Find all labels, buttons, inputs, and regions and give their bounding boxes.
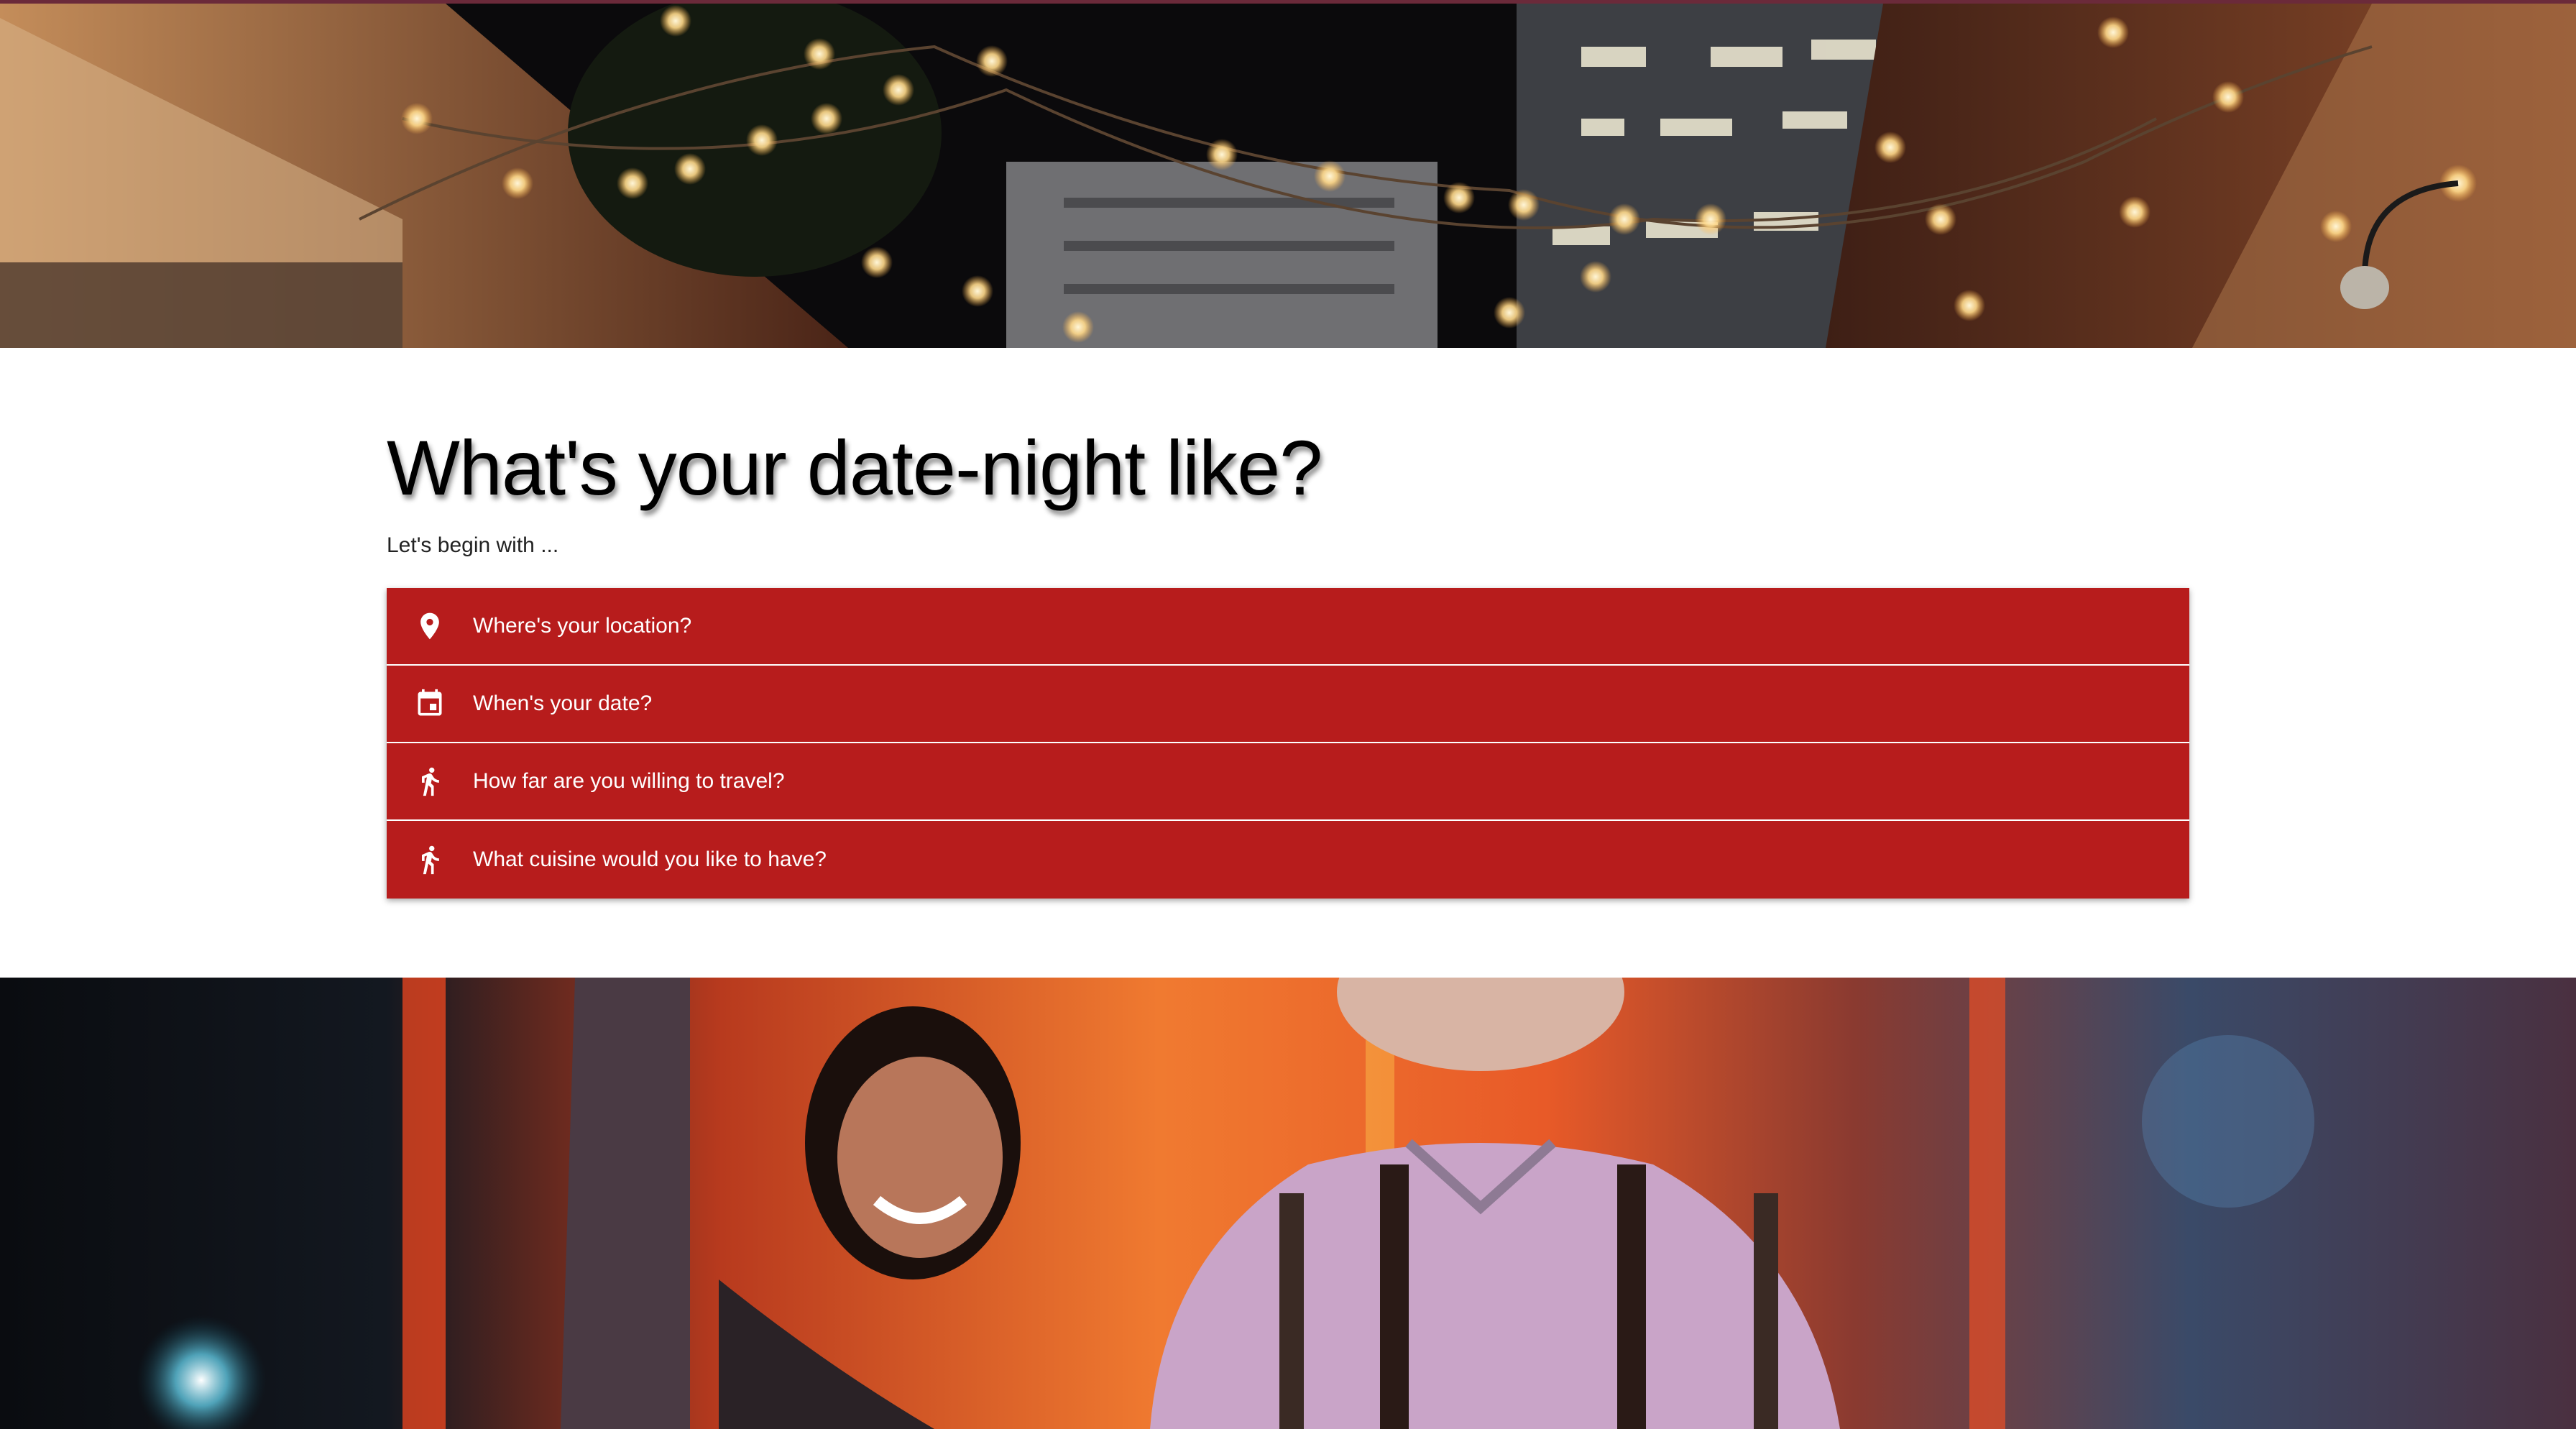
location-pin-icon [387, 610, 473, 642]
couple-neon-illustration [0, 978, 2576, 1429]
accordion-item-label: What cuisine would you like to have? [473, 847, 827, 871]
accordion-item-date[interactable]: When's your date? [387, 666, 2189, 743]
accordion-item-travel[interactable]: How far are you willing to travel? [387, 743, 2189, 821]
calendar-icon [387, 688, 473, 720]
accordion-item-location[interactable]: Where's your location? [387, 588, 2189, 666]
accordion-item-label: How far are you willing to travel? [473, 769, 785, 793]
accordion-item-label: When's your date? [473, 691, 653, 715]
walking-person-icon [387, 844, 473, 876]
intro-text: Let's begin with ... [387, 533, 559, 557]
night-street-illustration [0, 4, 2576, 348]
accordion-item-cuisine[interactable]: What cuisine would you like to have? [387, 821, 2189, 899]
question-accordion: Where's your location? When's your date?… [387, 588, 2189, 899]
accordion-item-label: Where's your location? [473, 614, 692, 638]
hero-image-top [0, 0, 2576, 348]
hero-image-bottom [0, 978, 2576, 1429]
walking-person-icon [387, 766, 473, 797]
page-title: What's your date-night like? [387, 424, 1322, 511]
